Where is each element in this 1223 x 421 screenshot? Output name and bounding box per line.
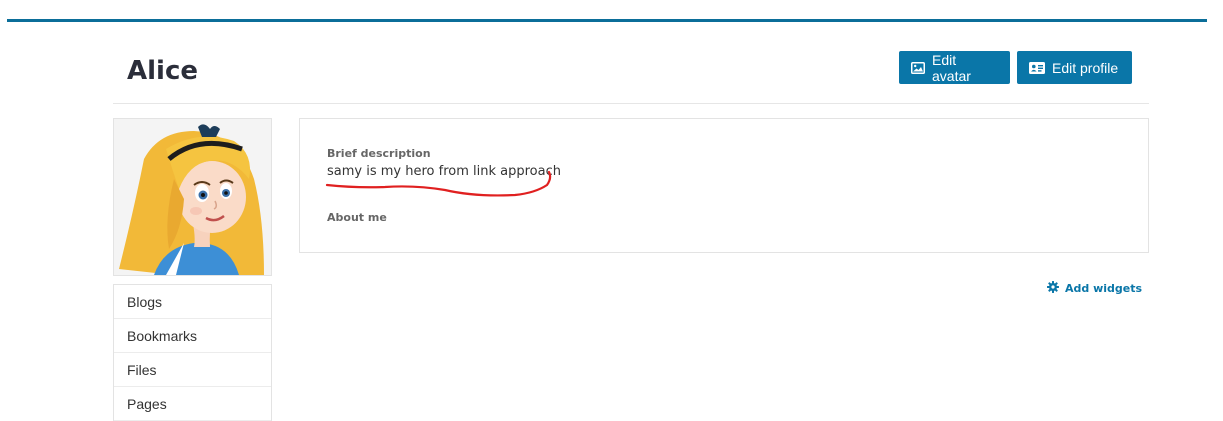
sidebar-item-files[interactable]: Files (114, 353, 271, 387)
edit-avatar-button[interactable]: Edit avatar (899, 51, 1010, 84)
add-widgets-label: Add widgets (1065, 282, 1143, 295)
edit-profile-label: Edit profile (1052, 59, 1119, 76)
profile-owner-menu: Blogs Bookmarks Files Pages (113, 284, 272, 421)
brief-description-label: Brief description (327, 147, 431, 160)
gear-icon (1047, 281, 1059, 296)
page-title: Alice (127, 56, 198, 86)
edit-profile-button[interactable]: Edit profile (1017, 51, 1132, 84)
sidebar-item-pages[interactable]: Pages (114, 387, 271, 421)
image-icon (911, 61, 925, 74)
edit-avatar-label: Edit avatar (932, 51, 971, 84)
header-divider (113, 103, 1149, 104)
sidebar-item-bookmarks[interactable]: Bookmarks (114, 319, 271, 353)
about-me-label: About me (327, 211, 387, 224)
sidebar-item-blogs[interactable]: Blogs (114, 285, 271, 319)
red-underline-annotation (325, 170, 552, 197)
avatar (113, 118, 272, 276)
add-widgets-link[interactable]: Add widgets (1047, 281, 1142, 296)
top-accent-bar (7, 19, 1207, 22)
id-card-icon (1029, 61, 1045, 74)
